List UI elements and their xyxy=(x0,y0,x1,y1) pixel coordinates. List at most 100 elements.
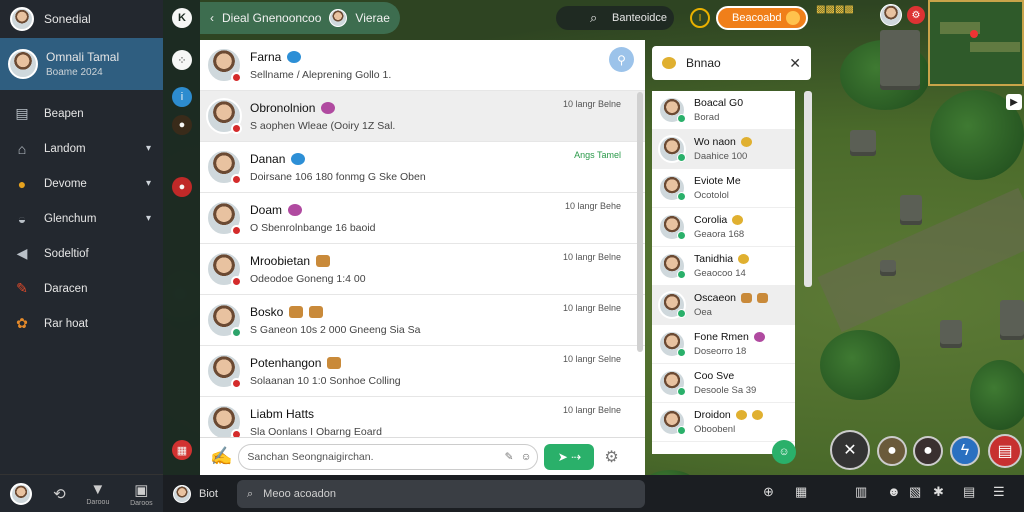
gift-icon[interactable]: ▦ xyxy=(172,440,192,460)
action-button[interactable]: Beacoabd xyxy=(716,6,808,30)
sidebar-item-daracen[interactable]: ✎ Daracen xyxy=(0,271,163,306)
dots-icon[interactable]: ⁘ xyxy=(172,50,192,70)
list-item[interactable]: Doam O Sbenrolnbange 16 baoid 10 langr B… xyxy=(200,193,645,244)
avatar xyxy=(658,174,686,202)
filter-button[interactable]: ⚲ xyxy=(609,47,634,72)
list-item[interactable]: Liabm Hatts Sla Oonlans I Obarng Eoard 1… xyxy=(200,397,645,438)
member-name: Corolia xyxy=(694,214,728,226)
filter-icon: ⚲ xyxy=(617,52,626,67)
avatar-icon[interactable]: ● xyxy=(172,115,192,135)
sidebar-item-devome[interactable]: ● Devome ▾ xyxy=(0,166,163,201)
profile-button[interactable] xyxy=(10,482,33,505)
logo-icon[interactable]: K xyxy=(172,8,192,28)
list-item[interactable]: Obronolnion S aophen Wleae (Ooiry 1Z Sal… xyxy=(200,91,645,142)
player-avatar[interactable] xyxy=(880,4,902,26)
avatar xyxy=(206,149,242,185)
close-icon[interactable]: ✕ xyxy=(789,55,801,72)
message-input[interactable]: Sanchan Seongnaigirchan. ✎ ☺ xyxy=(238,443,539,470)
avatar xyxy=(206,353,242,389)
robot-button[interactable]: ▣ Daroos xyxy=(130,481,153,507)
lightning-skill-icon[interactable]: ϟ xyxy=(950,436,980,466)
message-composer: ✍ Sanchan Seongnaigirchan. ✎ ☺ ➤ ⇢ ⚙ xyxy=(200,437,645,475)
scrollbar[interactable] xyxy=(637,92,643,352)
list-item[interactable]: Potenhangon Solaanan 10 1:0 Sonhoe Colli… xyxy=(200,346,645,397)
scrollbar[interactable] xyxy=(804,91,812,287)
member-item[interactable]: Boacal G0 Borad xyxy=(652,91,795,130)
hero-skill-icon[interactable]: ● xyxy=(877,436,907,466)
send-button[interactable]: ➤ ⇢ xyxy=(544,443,595,470)
chat-fab-icon[interactable]: ☺ xyxy=(772,440,796,464)
avatar xyxy=(658,330,686,358)
refresh-button[interactable]: ⟲ xyxy=(53,485,66,503)
member-item[interactable]: Droidon Oboobenl xyxy=(652,403,795,442)
timer-icon[interactable]: I xyxy=(690,8,710,28)
zoom-icon[interactable]: ⊕ xyxy=(763,484,774,500)
member-item[interactable]: Fone Rmen Doseorro 18 xyxy=(652,325,795,364)
app-header: Sonedial xyxy=(0,0,163,38)
shop-icon[interactable]: ▤ xyxy=(988,434,1022,468)
member-item[interactable]: Eviote Me Ocotolol xyxy=(652,169,795,208)
list-item[interactable]: Mroobietan Odeodoe Goneng 1:4 00 10 lang… xyxy=(200,244,645,295)
bottom-search-input[interactable]: ⌕ Meoo acoadon xyxy=(237,480,645,508)
sidebar-item-label: Devome xyxy=(44,177,87,190)
status-badge xyxy=(231,378,242,389)
back-arrow-icon[interactable]: ‹ xyxy=(210,11,214,25)
settings-icon[interactable]: ⚙ xyxy=(907,6,925,24)
chevron-down-icon: ▾ xyxy=(145,143,151,154)
bottom-bar: Biot ⌕ Meoo acoadon ⊕ ▦ ▥ ☻ ▧ ✱ ▤ ☰ xyxy=(163,475,1024,512)
conversation-time: 10 langr Belne xyxy=(562,99,621,109)
conversation-time: 10 langr Belne xyxy=(562,252,621,262)
emoji-icon xyxy=(316,254,331,267)
stone-pillar xyxy=(940,320,962,348)
inventory-icon[interactable]: ▤ xyxy=(963,484,975,500)
shirt-button[interactable]: ▼ Daroou xyxy=(86,481,109,506)
sidebar-item-glenchum[interactable]: ◒ Glenchum ▾ xyxy=(0,201,163,236)
gear-icon[interactable]: ✱ xyxy=(933,484,944,500)
megaphone-icon: ◀ xyxy=(16,245,28,261)
book-icon[interactable]: ▥ xyxy=(855,484,867,500)
attack-skill-icon[interactable]: ✕ xyxy=(830,430,870,470)
hero2-skill-icon[interactable]: ● xyxy=(913,436,943,466)
pause-icon[interactable]: ▶ xyxy=(1006,94,1022,110)
brush-icon[interactable]: ✍ xyxy=(210,446,232,467)
conversation-name: Potenhangon xyxy=(250,355,322,370)
sidebar-item-beapen[interactable]: ▤ Beapen xyxy=(0,96,163,131)
info-icon[interactable]: i xyxy=(172,87,192,107)
list-item[interactable]: Danan Doirsane 106 180 fonmg G Ske Oben … xyxy=(200,142,645,193)
pencil-icon: ✎ xyxy=(16,280,28,296)
grid-icon[interactable]: ▦ xyxy=(795,484,807,500)
member-item[interactable]: Tanidhia Geaocoo 14 xyxy=(652,247,795,286)
member-item[interactable]: Oscaeon Oea xyxy=(652,286,795,325)
emoji-icon xyxy=(753,332,765,342)
search-icon: ⌕ xyxy=(247,487,254,500)
attach-icon[interactable]: ✎ xyxy=(505,451,514,463)
sidebar-item-rar-hoat[interactable]: ✿ Rar hoat xyxy=(0,306,163,341)
online-dot xyxy=(677,231,686,240)
list-item[interactable]: Bosko S Ganeon 10s 2 000 Gneeng Sia Sa 1… xyxy=(200,295,645,346)
user-name: Omnali Tamal xyxy=(46,50,120,64)
users-icon[interactable]: ▧ xyxy=(909,484,921,500)
member-name: Fone Rmen xyxy=(694,331,749,343)
chat-icon[interactable]: ☻ xyxy=(887,484,901,499)
shirt-label: Daroou xyxy=(86,499,110,506)
top-search[interactable]: ⌕ Banteoidce xyxy=(556,6,674,30)
settings-icon[interactable]: ⚙ xyxy=(604,447,618,467)
online-dot xyxy=(677,426,686,435)
emoji-icon[interactable]: ☺ xyxy=(521,451,532,463)
list-item[interactable]: Farna Sellname / Aleprening Gollo 1. xyxy=(200,40,645,91)
minimap[interactable] xyxy=(928,0,1024,86)
member-item[interactable]: Coo Sve Desoole Sa 39 xyxy=(652,364,795,403)
tower-unit[interactable] xyxy=(900,195,922,225)
current-user-card[interactable]: Omnali Tamal Boame 2024 xyxy=(0,38,163,90)
emoji-icon xyxy=(757,293,769,303)
member-item[interactable]: Corolia Geaora 168 xyxy=(652,208,795,247)
sidebar-item-label: Sodeltiof xyxy=(44,247,89,260)
member-status: Oboobenl xyxy=(694,424,736,435)
member-item[interactable]: Wo naon Daahice 100 xyxy=(652,130,795,169)
alert-icon[interactable]: ● xyxy=(172,177,192,197)
sidebar-item-sodeltiof[interactable]: ◀ Sodeltiof xyxy=(0,236,163,271)
avatar[interactable] xyxy=(173,485,191,503)
menu-icon[interactable]: ☰ xyxy=(993,484,1005,500)
sidebar-item-landom[interactable]: ⌂ Landom ▾ xyxy=(0,131,163,166)
online-dot xyxy=(677,114,686,123)
